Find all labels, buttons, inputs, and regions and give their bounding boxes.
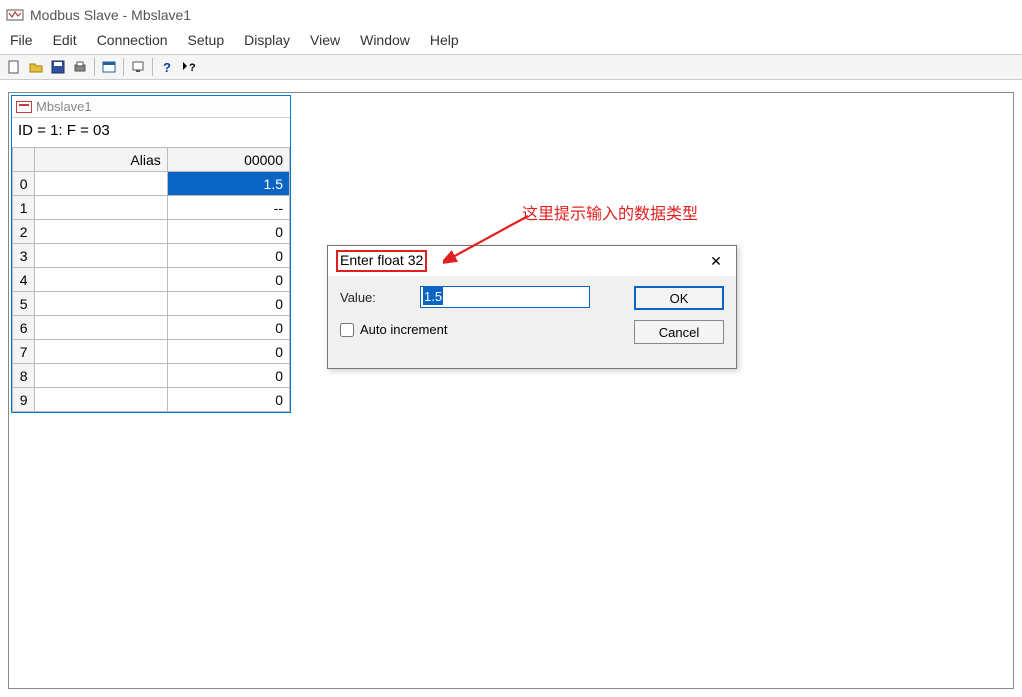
window-title: Modbus Slave - Mbslave1 [30,7,191,23]
row-index[interactable]: 0 [13,172,35,196]
table-row[interactable]: 90 [13,388,290,412]
whats-this-icon[interactable]: ? [179,57,199,77]
cell-alias[interactable] [35,364,167,388]
print-icon[interactable] [70,57,90,77]
toolbar: ? ? [0,54,1022,80]
open-icon[interactable] [26,57,46,77]
toolbar-sep [94,58,95,76]
title-bar: Modbus Slave - Mbslave1 [0,0,1022,30]
menu-setup[interactable]: Setup [178,30,235,50]
menu-connection[interactable]: Connection [87,30,178,50]
cell-value[interactable]: 0 [167,268,289,292]
enter-value-dialog: Enter float 32 ✕ Value: 1.5 Auto increme… [327,245,737,369]
cell-value[interactable]: 0 [167,244,289,268]
svg-text:?: ? [189,62,196,74]
menu-help[interactable]: Help [420,30,469,50]
child-window: Mbslave1 ID = 1: F = 03 Alias 00000 01.5… [11,95,291,413]
close-icon[interactable]: ✕ [704,253,728,270]
table-row[interactable]: 01.5 [13,172,290,196]
cell-value[interactable]: 0 [167,364,289,388]
cell-value[interactable]: -- [167,196,289,220]
menu-view[interactable]: View [300,30,350,50]
ok-button[interactable]: OK [634,286,724,310]
value-selection: 1.5 [423,287,443,305]
table-row[interactable]: 60 [13,316,290,340]
child-window-title: Mbslave1 [36,99,92,114]
cell-alias[interactable] [35,220,167,244]
cell-alias[interactable] [35,316,167,340]
row-index[interactable]: 4 [13,268,35,292]
cell-alias[interactable] [35,340,167,364]
menu-file[interactable]: File [6,30,43,50]
table-row[interactable]: 80 [13,364,290,388]
row-index[interactable]: 1 [13,196,35,220]
new-icon[interactable] [4,57,24,77]
col-header-index[interactable] [13,148,35,172]
menu-window[interactable]: Window [350,30,420,50]
menu-display[interactable]: Display [234,30,300,50]
dialog-title: Enter float 32 [340,252,423,268]
table-row[interactable]: 20 [13,220,290,244]
cell-value[interactable]: 0 [167,292,289,316]
col-header-alias[interactable]: Alias [35,148,167,172]
cell-alias[interactable] [35,292,167,316]
cancel-button[interactable]: Cancel [634,320,724,344]
cell-value[interactable]: 0 [167,340,289,364]
cell-alias[interactable] [35,268,167,292]
table-row[interactable]: 30 [13,244,290,268]
save-icon[interactable] [48,57,68,77]
cell-value[interactable]: 1.5 [167,172,289,196]
row-index[interactable]: 8 [13,364,35,388]
menu-edit[interactable]: Edit [43,30,87,50]
window-icon[interactable] [99,57,119,77]
value-input[interactable] [420,286,590,308]
table-row[interactable]: 50 [13,292,290,316]
child-window-icon [16,101,32,113]
col-header-value[interactable]: 00000 [167,148,289,172]
connection-icon[interactable] [128,57,148,77]
row-index[interactable]: 3 [13,244,35,268]
register-table: Alias 00000 01.51--2030405060708090 [12,147,290,412]
row-index[interactable]: 5 [13,292,35,316]
auto-increment-checkbox[interactable] [340,323,354,337]
toolbar-sep [123,58,124,76]
cell-value[interactable]: 0 [167,388,289,412]
cell-alias[interactable] [35,196,167,220]
app-icon [6,6,24,24]
dialog-title-bar[interactable]: Enter float 32 ✕ [328,246,736,276]
cell-alias[interactable] [35,388,167,412]
table-row[interactable]: 40 [13,268,290,292]
table-row[interactable]: 1 -- [13,196,290,220]
toolbar-sep [152,58,153,76]
auto-increment-label: Auto increment [360,322,447,337]
cell-value[interactable]: 0 [167,220,289,244]
row-index[interactable]: 9 [13,388,35,412]
menu-bar: File Edit Connection Setup Display View … [0,30,1022,54]
status-line: ID = 1: F = 03 [12,118,290,143]
table-row[interactable]: 70 [13,340,290,364]
cell-value[interactable]: 0 [167,316,289,340]
row-index[interactable]: 7 [13,340,35,364]
cell-alias[interactable] [35,244,167,268]
work-area: Mbslave1 ID = 1: F = 03 Alias 00000 01.5… [8,92,1014,689]
value-label: Value: [340,290,410,305]
row-index[interactable]: 2 [13,220,35,244]
cell-alias[interactable] [35,172,167,196]
child-title-bar[interactable]: Mbslave1 [12,96,290,118]
annotation-text: 这里提示输入的数据类型 [522,200,698,224]
help-icon[interactable]: ? [157,57,177,77]
row-index[interactable]: 6 [13,316,35,340]
